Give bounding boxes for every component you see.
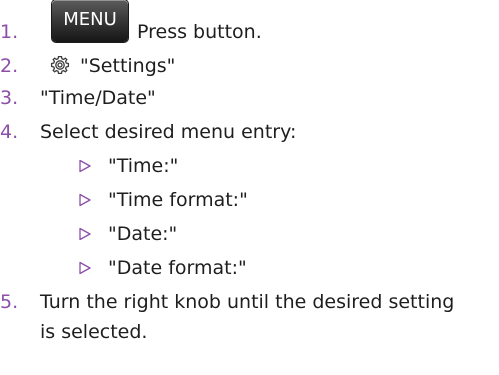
step-text: "Time/Date" [40,87,156,109]
gear-icon [50,55,70,75]
menu-button: MENU [52,0,128,42]
step-number: 4. [0,121,19,143]
step-text: "Settings" [80,55,176,77]
instruction-steps: 1. MENU Press button. 2. "Settings" 3. "… [0,0,499,375]
step-text: Press button. [137,21,262,43]
step-number: 2. [0,55,19,77]
step-3: 3. "Time/Date" [0,84,499,112]
sub-item-label: "Date format:" [108,257,247,279]
triangle-right-icon [79,159,91,173]
step-number: 3. [0,87,19,109]
triangle-right-icon [79,227,91,241]
triangle-right-icon [79,193,91,207]
triangle-right-icon [79,261,91,275]
sub-item-label: "Date:" [108,223,178,245]
sub-item-date-format: "Date format:" [0,254,499,282]
sub-item-label: "Time:" [108,155,179,177]
step-2: 2. "Settings" [0,52,499,80]
sub-item-date: "Date:" [0,220,499,248]
step-text-line-2: is selected. [40,321,148,343]
step-text-line-1: Turn the right knob until the desired se… [40,291,455,313]
step-number: 1. [0,21,19,43]
sub-item-time-format: "Time format:" [0,186,499,214]
step-number: 5. [0,291,19,313]
sub-item-time: "Time:" [0,152,499,180]
step-5: 5. Turn the right knob until the desired… [0,288,499,348]
sub-item-label: "Time format:" [108,189,248,211]
step-4: 4. Select desired menu entry: [0,118,499,146]
step-text: Select desired menu entry: [40,121,297,143]
